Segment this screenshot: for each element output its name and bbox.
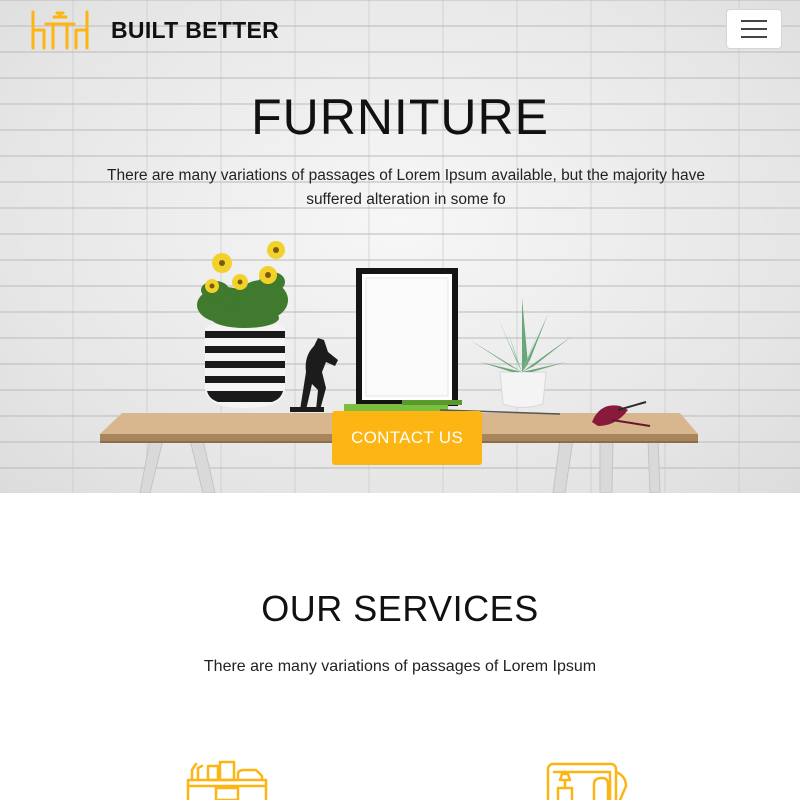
services-title: OUR SERVICES xyxy=(261,588,539,629)
hero-title: FURNITURE xyxy=(251,89,549,145)
site-header: BUILT BETTER xyxy=(0,0,800,62)
services-description: There are many variations of passages of… xyxy=(203,658,597,675)
brand-name[interactable]: BUILT BETTER xyxy=(111,17,279,44)
hamburger-menu-icon xyxy=(741,36,767,38)
desk-lamp-icon[interactable] xyxy=(186,760,268,800)
hero-section: BUILT BETTER FURNITURE There are many va… xyxy=(0,0,800,493)
hero-description: There are many variations of passages of… xyxy=(107,167,705,208)
menu-button[interactable] xyxy=(726,9,782,49)
hamburger-menu-icon xyxy=(741,20,767,22)
succulent-pot xyxy=(470,298,572,408)
table-chairs-icon[interactable] xyxy=(30,8,90,52)
tablet-interior-icon[interactable] xyxy=(546,760,628,800)
horse-figurine xyxy=(290,338,338,412)
contact-us-button[interactable]: CONTACT US xyxy=(332,411,482,465)
hamburger-menu-icon xyxy=(741,28,767,30)
flower-vase xyxy=(197,241,288,408)
picture-frame xyxy=(356,268,458,406)
